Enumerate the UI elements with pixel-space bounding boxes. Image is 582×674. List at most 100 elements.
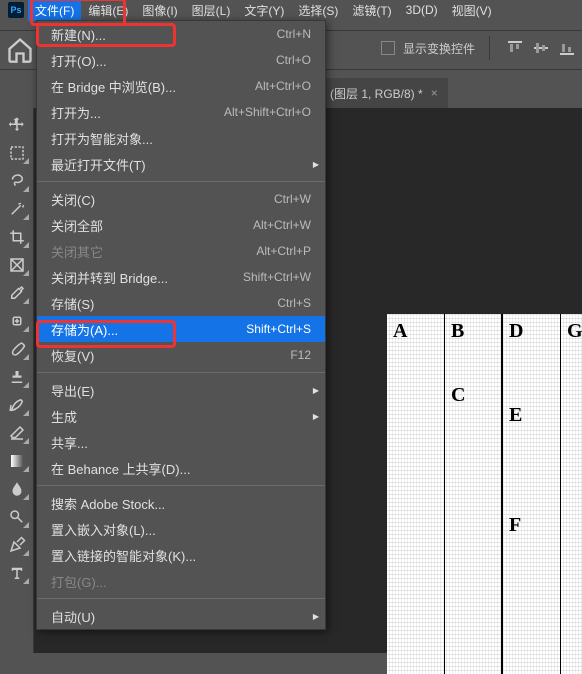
- healing-brush-tool-icon[interactable]: [3, 308, 31, 334]
- align-vcenter-icon[interactable]: [530, 37, 552, 59]
- canvas-letter: F: [509, 514, 521, 537]
- eraser-tool-icon[interactable]: [3, 420, 31, 446]
- menu-item-shortcut: Shift+Ctrl+S: [246, 322, 311, 336]
- canvas-letter: C: [451, 384, 465, 407]
- menu-item[interactable]: 关闭全部Alt+Ctrl+W: [37, 212, 325, 238]
- file-menu-dropdown: 新建(N)...Ctrl+N打开(O)...Ctrl+O在 Bridge 中浏览…: [36, 20, 326, 630]
- crop-tool-icon[interactable]: [3, 224, 31, 250]
- menu-item[interactable]: 打开为智能对象...: [37, 125, 325, 151]
- home-icon[interactable]: [6, 36, 34, 64]
- menu-separator: [37, 181, 325, 182]
- menu-item-shortcut: Shift+Ctrl+W: [243, 270, 311, 284]
- divider: [489, 36, 490, 60]
- align-top-icon[interactable]: [504, 37, 526, 59]
- menu-file[interactable]: 文件(F): [28, 0, 81, 21]
- menu-item[interactable]: 在 Behance 上共享(D)...: [37, 455, 325, 481]
- close-icon[interactable]: ×: [431, 86, 438, 100]
- menu-separator: [37, 485, 325, 486]
- pen-tool-icon[interactable]: [3, 532, 31, 558]
- menu-image[interactable]: 图像(I): [135, 0, 184, 21]
- menu-item[interactable]: 导出(E): [37, 377, 325, 403]
- move-tool-icon[interactable]: [3, 112, 31, 138]
- menu-item[interactable]: 存储(S)Ctrl+S: [37, 290, 325, 316]
- brush-tool-icon[interactable]: [3, 336, 31, 362]
- document-canvas[interactable]: A B C D E F G: [387, 314, 582, 674]
- canvas-letter: G: [567, 320, 582, 343]
- menu-item[interactable]: 打开为... Alt+Shift+Ctrl+O: [37, 99, 325, 125]
- menu-3d[interactable]: 3D(D): [399, 1, 445, 19]
- menu-item-shortcut: Alt+Ctrl+P: [256, 244, 311, 258]
- options-right: 显示变换控件: [381, 36, 578, 60]
- menu-separator: [37, 372, 325, 373]
- canvas-column: [387, 314, 445, 674]
- type-tool-icon[interactable]: [3, 560, 31, 586]
- history-brush-tool-icon[interactable]: [3, 392, 31, 418]
- menu-item[interactable]: 生成: [37, 403, 325, 429]
- menu-item[interactable]: 新建(N)...Ctrl+N: [37, 21, 325, 47]
- dodge-tool-icon[interactable]: [3, 504, 31, 530]
- menu-select[interactable]: 选择(S): [291, 0, 345, 21]
- menu-item-label: 置入嵌入对象(L)...: [51, 520, 156, 539]
- menu-item[interactable]: 存储为(A)... Shift+Ctrl+S: [37, 316, 325, 342]
- menu-item-shortcut: F12: [290, 348, 311, 362]
- menu-item-label: 共享...: [51, 433, 88, 452]
- canvas-column: [561, 314, 582, 674]
- menubar: Ps 文件(F) 编辑(E) 图像(I) 图层(L) 文字(Y) 选择(S) 滤…: [0, 0, 582, 20]
- menu-item-label: 最近打开文件(T): [51, 155, 146, 174]
- frame-tool-icon[interactable]: [3, 252, 31, 278]
- align-icons: [504, 37, 578, 59]
- show-transform-checkbox[interactable]: [381, 41, 395, 55]
- menu-separator: [37, 598, 325, 599]
- menu-layer[interactable]: 图层(L): [185, 0, 238, 21]
- menu-item[interactable]: 关闭并转到 Bridge... Shift+Ctrl+W: [37, 264, 325, 290]
- menu-item-label: 关闭(C): [51, 190, 95, 209]
- menu-item[interactable]: 共享...: [37, 429, 325, 455]
- canvas-letter: D: [509, 320, 523, 343]
- menu-item[interactable]: 关闭(C) Ctrl+W: [37, 186, 325, 212]
- menu-item-shortcut: Ctrl+W: [274, 192, 311, 206]
- menu-item[interactable]: 置入嵌入对象(L)...: [37, 516, 325, 542]
- menu-item[interactable]: 置入链接的智能对象(K)...: [37, 542, 325, 568]
- menu-item-label: 存储为(A)...: [51, 320, 118, 339]
- menu-view[interactable]: 视图(V): [445, 0, 499, 21]
- menu-item[interactable]: 在 Bridge 中浏览(B)...Alt+Ctrl+O: [37, 73, 325, 99]
- stamp-tool-icon[interactable]: [3, 364, 31, 390]
- lasso-tool-icon[interactable]: [3, 168, 31, 194]
- menu-item-label: 在 Bridge 中浏览(B)...: [51, 77, 176, 96]
- menu-item-shortcut: Ctrl+O: [276, 53, 311, 67]
- menu-filter[interactable]: 滤镜(T): [345, 0, 398, 21]
- canvas-letter: B: [451, 320, 464, 343]
- document-tab[interactable]: (图层 1, RGB/8) * ×: [320, 78, 448, 108]
- menu-item: 打包(G)...: [37, 568, 325, 594]
- menu-item-label: 打开为...: [51, 103, 101, 122]
- document-tab-title: (图层 1, RGB/8) *: [330, 85, 423, 102]
- magic-wand-tool-icon[interactable]: [3, 196, 31, 222]
- menu-edit[interactable]: 编辑(E): [81, 0, 135, 21]
- marquee-tool-icon[interactable]: [3, 140, 31, 166]
- menu-item-label: 置入链接的智能对象(K)...: [51, 546, 196, 565]
- app-logo: Ps: [8, 2, 24, 18]
- menu-item-shortcut: Alt+Shift+Ctrl+O: [224, 105, 311, 119]
- tools-panel: [0, 108, 34, 653]
- eyedropper-tool-icon[interactable]: [3, 280, 31, 306]
- canvas-letter: A: [393, 320, 407, 343]
- menu-item-label: 在 Behance 上共享(D)...: [51, 459, 190, 478]
- menu-type[interactable]: 文字(Y): [237, 0, 291, 21]
- menu-item-label: 存储(S): [51, 294, 94, 313]
- menu-item[interactable]: 自动(U): [37, 603, 325, 629]
- menu-item[interactable]: 最近打开文件(T): [37, 151, 325, 177]
- menu-item-label: 关闭其它: [51, 242, 103, 261]
- menu-item[interactable]: 打开(O)...Ctrl+O: [37, 47, 325, 73]
- menu-item-label: 导出(E): [51, 381, 94, 400]
- blur-tool-icon[interactable]: [3, 476, 31, 502]
- canvas-column: [445, 314, 503, 674]
- gradient-tool-icon[interactable]: [3, 448, 31, 474]
- menu-item[interactable]: 恢复(V)F12: [37, 342, 325, 368]
- menu-item-label: 生成: [51, 407, 77, 426]
- menu-item[interactable]: 搜索 Adobe Stock...: [37, 490, 325, 516]
- menu-item-label: 自动(U): [51, 607, 95, 626]
- menu-item-label: 新建(N)...: [51, 25, 106, 44]
- align-bottom-icon[interactable]: [556, 37, 578, 59]
- show-transform-label: 显示变换控件: [403, 40, 475, 57]
- menu-item-label: 关闭并转到 Bridge...: [51, 268, 168, 287]
